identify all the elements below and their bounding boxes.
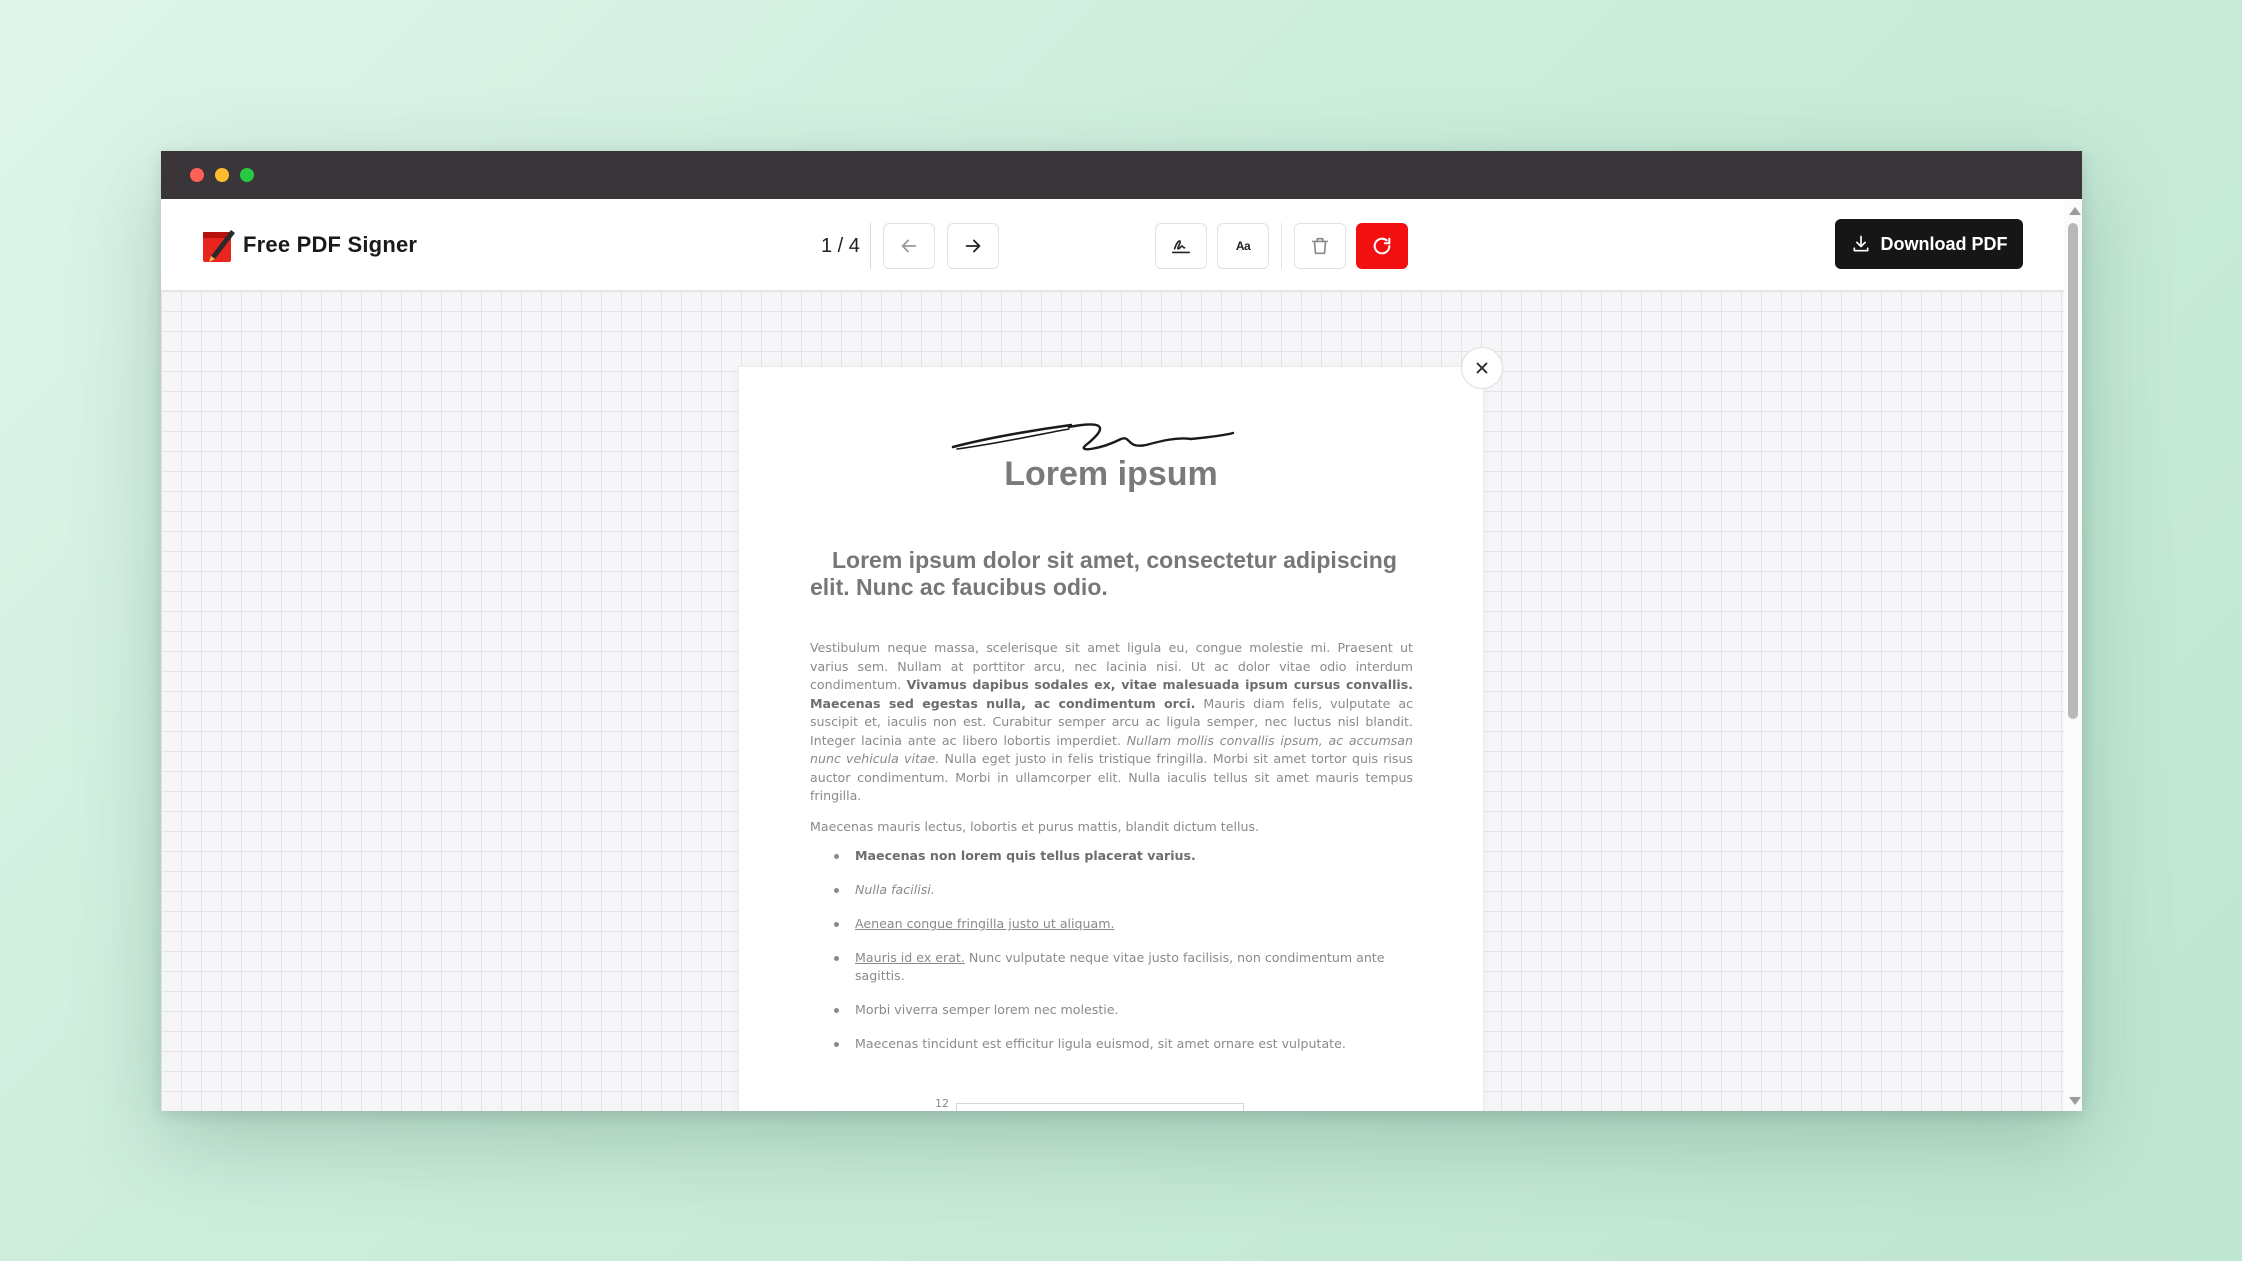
text-icon: Aa	[1235, 239, 1251, 253]
brand[interactable]: Free PDF Signer	[201, 225, 417, 265]
close-icon	[1476, 362, 1488, 374]
arrow-right-icon	[965, 239, 981, 253]
add-text-button[interactable]: Aa	[1217, 223, 1269, 269]
remove-signature-button[interactable]	[1461, 347, 1503, 389]
delete-button[interactable]	[1294, 223, 1346, 269]
scroll-up-icon[interactable]	[2069, 207, 2081, 215]
next-page-button[interactable]	[946, 223, 999, 269]
document-list: Maecenas non lorem quis tellus placerat …	[810, 847, 1413, 1069]
scroll-down-icon[interactable]	[2069, 1097, 2081, 1105]
close-window-icon[interactable]	[190, 168, 204, 182]
app-toolbar: Free PDF Signer 1 / 4 Aa Download PDF	[161, 199, 2064, 291]
list-item: Mauris id ex erat. Nunc vulputate neque …	[810, 949, 1413, 985]
page-indicator: 1 / 4	[821, 223, 871, 269]
document-paragraph-2: Maecenas mauris lectus, lobortis et puru…	[810, 819, 1259, 834]
pdf-page[interactable]: Lorem ipsum Lorem ipsum dolor sit amet, …	[739, 367, 1483, 1111]
list-item: Maecenas non lorem quis tellus placerat …	[810, 847, 1413, 865]
arrow-left-icon	[901, 239, 917, 253]
list-item-text: Nulla facilisi.	[855, 882, 935, 897]
document-paragraph: Vestibulum neque massa, scelerisque sit …	[810, 639, 1413, 806]
list-item: Aenean congue fringilla justo ut aliquam…	[810, 915, 1413, 933]
prev-page-button[interactable]	[882, 223, 935, 269]
minimize-window-icon[interactable]	[215, 168, 229, 182]
list-item-text: Morbi viverra semper lorem nec molestie.	[855, 1002, 1119, 1017]
refresh-icon	[1373, 237, 1391, 255]
window-titlebar	[161, 151, 2082, 199]
app-name: Free PDF Signer	[243, 232, 418, 257]
embedded-chart-frame	[956, 1103, 1244, 1111]
list-item: Nulla facilisi.	[810, 881, 1413, 899]
browser-window: Free PDF Signer 1 / 4 Aa Download PDF Lo…	[161, 151, 2082, 1111]
document-canvas[interactable]: Lorem ipsum Lorem ipsum dolor sit amet, …	[161, 291, 2064, 1111]
vertical-scrollbar[interactable]	[2064, 199, 2082, 1111]
reset-button[interactable]	[1356, 223, 1408, 269]
list-item: Morbi viverra semper lorem nec molestie.	[810, 1001, 1413, 1019]
document-heading: Lorem ipsum dolor sit amet, consectetur …	[810, 547, 1397, 600]
chart-tick-label: 12	[935, 1097, 949, 1110]
download-pdf-button[interactable]: Download PDF	[1835, 219, 2023, 269]
app-logo-icon	[201, 226, 237, 264]
toolbar-divider	[1281, 223, 1282, 269]
list-item-link[interactable]: Aenean congue fringilla justo ut aliquam…	[855, 916, 1115, 931]
trash-icon	[1311, 237, 1329, 255]
editing-tools: Aa	[1155, 223, 1408, 269]
scrollbar-thumb[interactable]	[2068, 223, 2078, 719]
page-navigation: 1 / 4	[821, 223, 999, 269]
download-icon	[1853, 235, 1868, 252]
add-signature-button[interactable]	[1155, 223, 1207, 269]
document-title: Lorem ipsum	[1004, 455, 1218, 493]
maximize-window-icon[interactable]	[240, 168, 254, 182]
list-item-link[interactable]: Mauris id ex erat.	[855, 950, 965, 965]
list-item-text: Maecenas non lorem quis tellus placerat …	[855, 848, 1196, 863]
list-item-text: Maecenas tincidunt est efficitur ligula …	[855, 1036, 1346, 1051]
download-label: Download PDF	[1880, 233, 2008, 254]
list-item: Maecenas tincidunt est efficitur ligula …	[810, 1035, 1413, 1053]
signature-icon	[1171, 240, 1191, 254]
placed-signature[interactable]	[951, 419, 1236, 459]
